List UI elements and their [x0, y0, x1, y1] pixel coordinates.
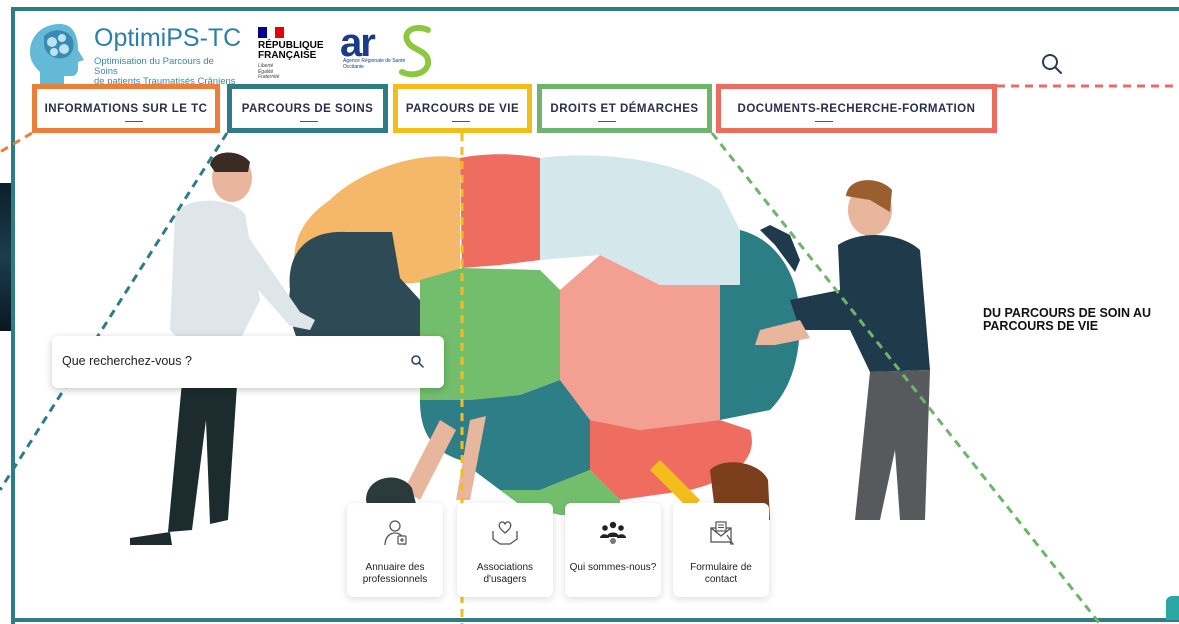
nav-label: DOCUMENTS-RECHERCHE-FORMATION — [737, 102, 976, 115]
card-associations[interactable]: Associations d'usagers — [457, 503, 553, 597]
nav-label: DROITS ET DÉMARCHES — [550, 102, 699, 115]
mail-icon — [710, 521, 735, 545]
optimips-logo[interactable]: OptimiPS-TC Optimisation du Parcours de … — [24, 20, 242, 87]
republique-name: RÉPUBLIQUE FRANÇAISE — [258, 40, 324, 61]
nav-underline — [300, 121, 318, 122]
card-annuaire[interactable]: Annuaire des professionnels — [347, 503, 443, 597]
brain-puzzle — [289, 154, 800, 515]
nav-underline — [598, 121, 616, 122]
nav-label: PARCOURS DE SOINS — [241, 102, 374, 115]
hero-tagline: DU PARCOURS DE SOIN AU PARCOURS DE VIE — [983, 306, 1152, 333]
left-image-strip — [0, 183, 11, 331]
brand-name: OptimiPS-TC — [94, 24, 242, 52]
doctor-icon — [384, 520, 407, 546]
nav-underline — [815, 121, 833, 122]
head-profile-icon — [30, 24, 84, 84]
outer-frame-bottom — [11, 618, 1179, 622]
republique-motto: Liberté Égalité Fraternité — [258, 63, 280, 80]
card-label: Associations d'usagers — [476, 562, 534, 585]
nav-label: PARCOURS DE VIE — [405, 102, 520, 115]
card-label: Annuaire des professionnels — [362, 562, 428, 585]
ars-logo-mark: ar — [340, 21, 432, 78]
search-placeholder: Que recherchez-vous ? — [62, 354, 192, 368]
nav-documents-recherche-formation[interactable]: DOCUMENTS-RECHERCHE-FORMATION — [716, 84, 997, 133]
nav-underline — [452, 121, 470, 122]
card-formulaire-contact[interactable]: Formulaire de contact — [673, 503, 769, 597]
brand-tagline: Optimisation du Parcours de Soins de pat… — [94, 56, 236, 87]
ars-subtitle: Agence Régionale de Santé Occitanie — [343, 58, 406, 70]
nav-informations-tc[interactable]: INFORMATIONS SUR LE TC — [32, 84, 220, 133]
ars-logo: ar Agence Régionale de Santé Occitanie — [340, 21, 440, 82]
nav-underline — [125, 121, 143, 122]
nav-label: INFORMATIONS SUR LE TC — [44, 102, 208, 115]
nav-droits-demarches[interactable]: DROITS ET DÉMARCHES — [537, 84, 712, 133]
heart-hands-icon — [492, 521, 518, 545]
search-icon[interactable] — [410, 354, 424, 368]
nav-parcours-soins[interactable]: PARCOURS DE SOINS — [227, 84, 388, 133]
chat-widget-tab[interactable] — [1166, 596, 1179, 620]
card-qui-sommes-nous[interactable]: Qui sommes-nous? — [565, 503, 661, 597]
search-icon[interactable] — [1040, 52, 1064, 76]
card-label: Formulaire de contact — [690, 562, 752, 585]
republique-francaise-logo: RÉPUBLIQUE FRANÇAISE Liberté Égalité Fra… — [258, 27, 338, 82]
french-flag-icon — [258, 27, 285, 38]
nav-parcours-vie[interactable]: PARCOURS DE VIE — [393, 84, 532, 133]
hero-search-input[interactable]: Que recherchez-vous ? — [52, 336, 444, 388]
group-icon — [600, 521, 626, 544]
card-label: Qui sommes-nous? — [569, 562, 657, 573]
